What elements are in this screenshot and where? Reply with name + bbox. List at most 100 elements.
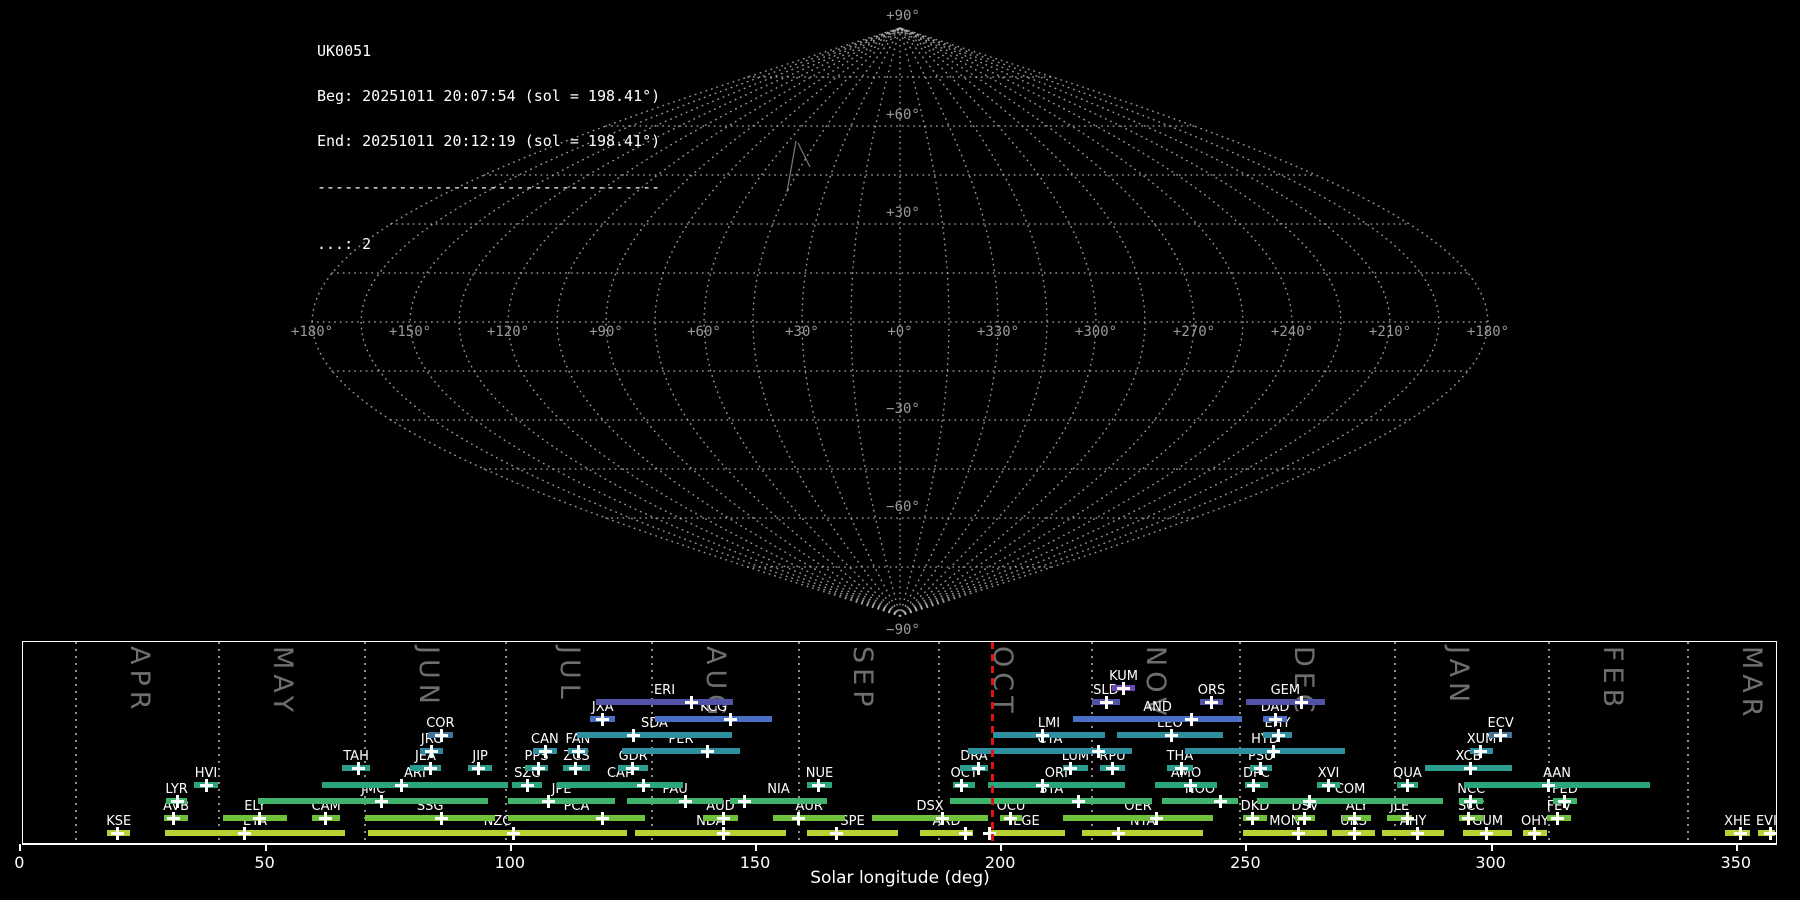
shower-peak-SZC xyxy=(520,778,535,793)
shower-bar-EGE xyxy=(987,830,1065,836)
shower-label-ERI: ERI xyxy=(653,683,676,698)
shower-bar-SPE xyxy=(806,830,899,836)
current-sol-line xyxy=(991,642,994,843)
shower-bar-GEM xyxy=(1245,699,1325,705)
shower-bar-ARI xyxy=(321,782,508,788)
shower-bar-ETA xyxy=(165,830,346,836)
x-tick-label-100: 100 xyxy=(494,853,526,872)
x-tick-100 xyxy=(509,844,512,851)
shower-peak-EVI xyxy=(1763,826,1778,841)
shower-peak-NUE xyxy=(811,778,826,793)
month-boundary-line-MAR xyxy=(1687,642,1690,843)
month-boundary-line-MAY xyxy=(218,642,220,843)
shower-peak-PER xyxy=(700,744,715,759)
x-tick-50 xyxy=(264,844,267,851)
shower-peak-LYR xyxy=(170,794,185,809)
shower-peak-PPS xyxy=(531,761,546,776)
shower-bar-SSG xyxy=(365,815,496,821)
shower-peak-XUM xyxy=(1473,744,1488,759)
shower-peak-STA xyxy=(1071,794,1086,809)
shower-peak-ORI xyxy=(1035,778,1050,793)
x-tick-300 xyxy=(1490,844,1493,851)
shower-peak-OHY xyxy=(1527,826,1542,841)
shower-peak-CAM xyxy=(318,811,333,826)
shower-peak-ERI xyxy=(684,695,699,710)
shower-peak-HVI xyxy=(199,778,214,793)
shower-label-NIA: NIA xyxy=(767,782,790,797)
month-boundary-line-JUN xyxy=(364,642,367,843)
shower-bar-PER xyxy=(622,748,740,754)
shower-peak-ARD xyxy=(958,826,973,841)
shower-peak-KCG xyxy=(723,712,738,727)
shower-peak-SDA xyxy=(626,728,641,743)
shower-bar-ERI xyxy=(596,699,733,705)
shower-peak-JXA xyxy=(595,712,610,727)
shower-peak-DSX xyxy=(935,811,950,826)
shower-bar-OER xyxy=(1062,815,1214,821)
shower-bar-PCA xyxy=(507,815,646,821)
month-label-JAN: JAN xyxy=(1442,646,1474,708)
shower-peak-JLE xyxy=(1400,811,1415,826)
shower-peak-LEO xyxy=(1164,728,1179,743)
shower-peak-AHY xyxy=(1410,826,1425,841)
shower-peak-PAU xyxy=(678,794,693,809)
shower-peak-AAN xyxy=(1541,778,1556,793)
shower-peak-OER xyxy=(1149,811,1164,826)
shower-peak-TAH xyxy=(351,761,366,776)
shower-peak-ELY xyxy=(252,811,267,826)
shower-bar-DSX xyxy=(872,815,988,821)
shower-peak-ETA xyxy=(237,826,252,841)
shower-peak-CAN xyxy=(538,744,553,759)
shower-peak-JEA xyxy=(423,761,438,776)
shower-bar-HYD xyxy=(1185,748,1345,754)
shower-bar-JPE xyxy=(507,798,616,804)
shower-peak-AND xyxy=(1184,712,1199,727)
shower-peak-COM xyxy=(1302,794,1317,809)
x-tick-label-150: 150 xyxy=(739,853,771,872)
activity-chart: APR MAY JUN JUL AUG SEP OCT NOV DEC JAN FEB MAR KSE E… xyxy=(0,0,1800,900)
shower-peak-NTA xyxy=(1111,826,1126,841)
shower-peak-KSE xyxy=(110,826,125,841)
shower-peak-DRA xyxy=(971,761,986,776)
shower-peak-NIA xyxy=(737,794,752,809)
shower-peak-DKD xyxy=(1245,811,1260,826)
month-label-FEB: FEB xyxy=(1596,646,1628,713)
shower-peak-AUD xyxy=(716,811,731,826)
shower-bar-ORI xyxy=(987,782,1125,788)
shower-bar-PAU xyxy=(627,798,724,804)
shower-peak-MON xyxy=(1291,826,1306,841)
shower-peak-CTA xyxy=(1091,744,1106,759)
x-tick-label-250: 250 xyxy=(1230,853,1261,872)
shower-peak-JPE xyxy=(541,794,556,809)
shower-peak-THA xyxy=(1174,761,1189,776)
shower-peak-RPU xyxy=(1105,761,1120,776)
shower-bar-KCG xyxy=(654,716,773,722)
x-tick-200 xyxy=(1000,844,1003,851)
shower-peak-NZC xyxy=(506,826,521,841)
month-boundary-line-AUG xyxy=(651,642,654,843)
shower-peak-FED xyxy=(1557,794,1572,809)
x-tick-label-300: 300 xyxy=(1475,853,1506,872)
shower-peak-ARI xyxy=(394,778,409,793)
app-window: UK0051 Beg: 20251011 20:07:54 (sol = 198… xyxy=(0,0,1800,900)
shower-bar-NTA xyxy=(1082,830,1204,836)
shower-peak-JIP xyxy=(471,761,486,776)
shower-peak-FEV xyxy=(1550,811,1565,826)
shower-peak-SLD xyxy=(1099,695,1114,710)
shower-peak-NCC xyxy=(1463,794,1478,809)
shower-peak-EHY xyxy=(1271,728,1286,743)
month-label-SEP: SEP xyxy=(847,646,879,712)
shower-bar-JMC xyxy=(258,798,489,804)
shower-peak-DPC xyxy=(1246,778,1261,793)
month-label-APR: APR xyxy=(123,646,155,715)
x-tick-350 xyxy=(1735,844,1738,851)
shower-peak-QUA xyxy=(1400,778,1415,793)
shower-bar-CAP xyxy=(556,782,683,788)
shower-peak-EGE xyxy=(982,826,997,841)
shower-peak-SPE xyxy=(829,826,844,841)
shower-peak-URS xyxy=(1347,826,1362,841)
shower-label-AND: AND xyxy=(1143,700,1172,715)
month-label-JUN: JUN xyxy=(413,646,445,709)
shower-peak-JMC xyxy=(374,794,389,809)
shower-bar-AAN xyxy=(1464,782,1650,788)
